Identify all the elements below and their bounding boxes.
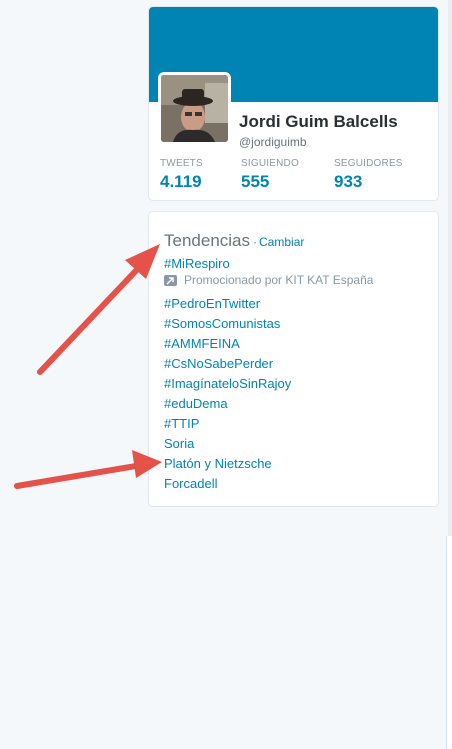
trend-item[interactable]: #SomosComunistas	[164, 316, 280, 331]
profile-card: Jordi Guim Balcells @jordiguimb TWEETS 4…	[148, 6, 439, 201]
stat-following[interactable]: SIGUIENDO 555	[241, 158, 299, 192]
avatar[interactable]	[158, 72, 231, 145]
annotation-arrow-lower	[14, 450, 162, 489]
trends-separator: ·	[253, 235, 258, 249]
trend-item[interactable]: Soria	[164, 436, 194, 451]
annotation-arrow-upper	[37, 244, 160, 375]
promoted-label: Promocionado por KIT KAT España	[164, 273, 373, 287]
stat-following-value: 555	[241, 172, 270, 191]
trend-item[interactable]: #TTIP	[164, 416, 199, 431]
stat-following-label: SIGUIENDO	[241, 158, 299, 169]
stat-tweets-value: 4.119	[160, 172, 202, 191]
profile-name[interactable]: Jordi Guim Balcells	[239, 112, 398, 132]
adjacent-panel-edge	[446, 536, 452, 749]
trend-item[interactable]: #AMMFEINA	[164, 336, 240, 351]
trends-change-link[interactable]: Cambiar	[259, 235, 304, 249]
profile-handle[interactable]: @jordiguimb	[239, 135, 307, 149]
stat-followers-label: SEGUIDORES	[334, 158, 403, 169]
trends-header: Tendencias · Cambiar	[164, 231, 304, 251]
trend-item[interactable]: #ImagínateloSinRajoy	[164, 376, 291, 391]
stat-tweets[interactable]: TWEETS 4.119	[160, 158, 203, 192]
trend-item[interactable]: #CsNoSabePerder	[164, 356, 273, 371]
promoted-text: Promocionado por KIT KAT España	[184, 273, 374, 287]
trend-item-promoted[interactable]: #MiRespiro	[164, 256, 230, 271]
stat-tweets-label: TWEETS	[160, 158, 203, 169]
trends-card: Tendencias · Cambiar #MiRespiro Promociona…	[148, 211, 439, 507]
stat-followers-value: 933	[334, 172, 363, 191]
promoted-arrow-icon	[164, 274, 177, 286]
trend-item[interactable]: Forcadell	[164, 476, 217, 491]
trend-item[interactable]: #eduDema	[164, 396, 228, 411]
trends-title: Tendencias	[164, 231, 251, 250]
trend-item[interactable]: Platón y Nietzsche	[164, 456, 272, 471]
trend-item[interactable]: #PedroEnTwitter	[164, 296, 260, 311]
stat-followers[interactable]: SEGUIDORES 933	[334, 158, 403, 192]
